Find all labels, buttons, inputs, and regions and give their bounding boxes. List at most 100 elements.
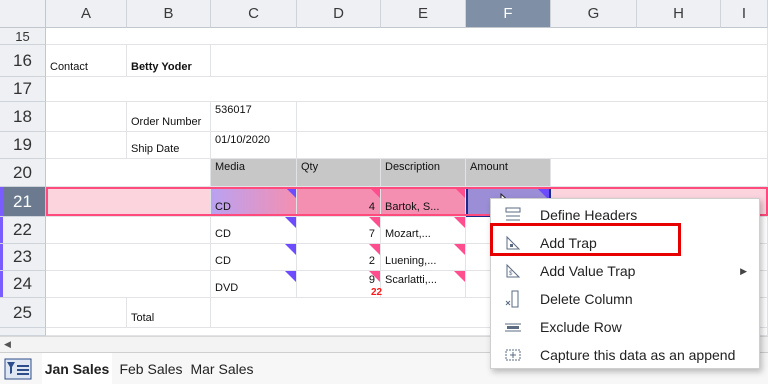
menu-item-label: Add Trap — [540, 235, 597, 251]
column-header-f[interactable]: F — [466, 0, 551, 28]
row-header-24[interactable]: 24 — [0, 271, 46, 298]
menu-item-label: Define Headers — [540, 207, 638, 223]
row-16-rest[interactable] — [211, 45, 768, 77]
cell-text: CD — [215, 201, 231, 213]
cell-c20[interactable]: Media — [211, 159, 297, 187]
column-header-i[interactable]: I — [721, 0, 768, 28]
column-header-a[interactable]: A — [46, 0, 127, 28]
row-header-21[interactable]: 21 — [0, 187, 46, 217]
capture-append-icon — [505, 349, 521, 361]
menu-item-delete-column[interactable]: Delete Column — [491, 285, 759, 313]
row-23-left[interactable] — [46, 244, 211, 271]
cell-text: Mozart,... — [385, 228, 431, 240]
cell-a19[interactable] — [46, 132, 127, 159]
cell-text: Ship Date — [131, 143, 180, 155]
trap-marker — [454, 271, 465, 282]
trap-marker — [369, 244, 380, 255]
cell-text: Luening,... — [385, 255, 437, 267]
cell-b19[interactable]: Ship Date — [127, 132, 211, 159]
add-trap-icon — [506, 235, 521, 250]
row-header-17[interactable]: 17 — [0, 77, 46, 102]
scroll-left-icon[interactable]: ◀ — [4, 339, 11, 350]
row-22-left[interactable] — [46, 217, 211, 244]
cell-text: Media — [215, 161, 245, 173]
row-header-15[interactable]: 15 — [0, 28, 46, 45]
submenu-arrow-icon: ▶ — [740, 265, 747, 276]
row-24-left[interactable] — [46, 271, 211, 298]
cell-e24[interactable]: Scarlatti,... — [381, 271, 466, 298]
context-menu: Define Headers Add Trap $ Add Value Trap… — [490, 198, 760, 369]
menu-item-add-value-trap[interactable]: $ Add Value Trap ▶ — [491, 257, 759, 285]
cell-a18[interactable] — [46, 102, 127, 132]
cell-b18[interactable]: Order Number — [127, 102, 211, 132]
cell-d23[interactable]: 2 — [297, 244, 381, 271]
cell-d20[interactable]: Qty — [297, 159, 381, 187]
row-header-16[interactable]: 16 — [0, 45, 46, 77]
row-17-cells[interactable] — [46, 77, 768, 102]
row-21-left[interactable] — [46, 187, 211, 217]
row-header-19[interactable]: 19 — [0, 132, 46, 159]
cell-text: Amount — [470, 161, 508, 173]
row-20-left[interactable] — [46, 159, 211, 187]
trap-marker — [285, 217, 296, 228]
row-header-20[interactable]: 20 — [0, 159, 46, 187]
tab-mar-sales[interactable]: Mar Sales — [188, 353, 256, 384]
cell-text: Bartok, S... — [385, 201, 440, 213]
column-total-value: 22 — [371, 287, 383, 298]
cell-d22[interactable]: 7 — [297, 217, 381, 244]
cell-text: Contact — [50, 61, 88, 73]
row-20-rest[interactable] — [551, 159, 768, 187]
row-header-23[interactable]: 23 — [0, 244, 46, 271]
column-header-c[interactable]: C — [211, 0, 297, 28]
cell-e21[interactable]: Bartok, S... — [381, 187, 466, 217]
menu-item-add-trap[interactable]: Add Trap — [491, 229, 759, 257]
row-15-cells[interactable] — [46, 28, 768, 45]
cell-text: Order Number — [131, 116, 202, 128]
tab-jan-sales[interactable]: Jan Sales — [42, 353, 112, 384]
cell-f20[interactable]: Amount — [466, 159, 551, 187]
menu-item-capture-append[interactable]: Capture this data as an append — [491, 341, 759, 369]
cell-text: 2 — [368, 255, 375, 267]
cell-text: Total — [131, 312, 155, 324]
cell-c18[interactable]: 536017 — [211, 102, 297, 132]
cell-a25[interactable] — [46, 298, 127, 328]
cell-c22[interactable]: CD — [211, 217, 297, 244]
row-header-26[interactable] — [0, 328, 46, 336]
cell-text: 4 — [368, 201, 375, 213]
row-19-rest[interactable] — [297, 132, 768, 159]
cell-b25[interactable]: Total — [127, 298, 211, 328]
column-header-b[interactable]: B — [127, 0, 211, 28]
cell-b16[interactable]: Betty Yoder — [127, 45, 211, 77]
trap-marker — [285, 244, 296, 255]
cell-a16[interactable]: Contact — [46, 45, 127, 77]
column-header-e[interactable]: E — [381, 0, 466, 28]
menu-item-label: Capture this data as an append — [540, 347, 736, 363]
trap-marker — [369, 217, 380, 228]
cell-d24[interactable]: 9 — [297, 271, 381, 298]
cell-c21[interactable]: CD — [211, 187, 297, 217]
cell-d21[interactable]: 4 — [297, 187, 381, 217]
row-header-25[interactable]: 25 — [0, 298, 46, 328]
cell-text: Scarlatti,... — [385, 274, 437, 286]
cell-text: CD — [215, 255, 231, 267]
row-header-18[interactable]: 18 — [0, 102, 46, 132]
select-all-corner[interactable] — [0, 0, 46, 28]
row-18-rest[interactable] — [297, 102, 768, 132]
cell-c24[interactable]: DVD — [211, 271, 297, 298]
column-header-d[interactable]: D — [297, 0, 381, 28]
tab-feb-sales[interactable]: Feb Sales — [118, 353, 184, 384]
cell-e22[interactable]: Mozart,... — [381, 217, 466, 244]
column-header-h[interactable]: H — [637, 0, 721, 28]
cell-e23[interactable]: Luening,... — [381, 244, 466, 271]
column-header-g[interactable]: G — [551, 0, 637, 28]
delete-column-icon — [505, 290, 519, 308]
sheet-list-icon[interactable] — [4, 358, 32, 380]
menu-item-exclude-row[interactable]: Exclude Row — [491, 313, 759, 341]
cell-e20[interactable]: Description — [381, 159, 466, 187]
spreadsheet[interactable]: A B C D E F G H I 15 16 17 18 19 20 21 2… — [0, 0, 768, 384]
row-header-22[interactable]: 22 — [0, 217, 46, 244]
cell-c23[interactable]: CD — [211, 244, 297, 271]
cell-c19[interactable]: 01/10/2020 — [211, 132, 297, 159]
menu-item-define-headers[interactable]: Define Headers — [491, 201, 759, 229]
menu-item-label: Add Value Trap — [540, 263, 636, 279]
